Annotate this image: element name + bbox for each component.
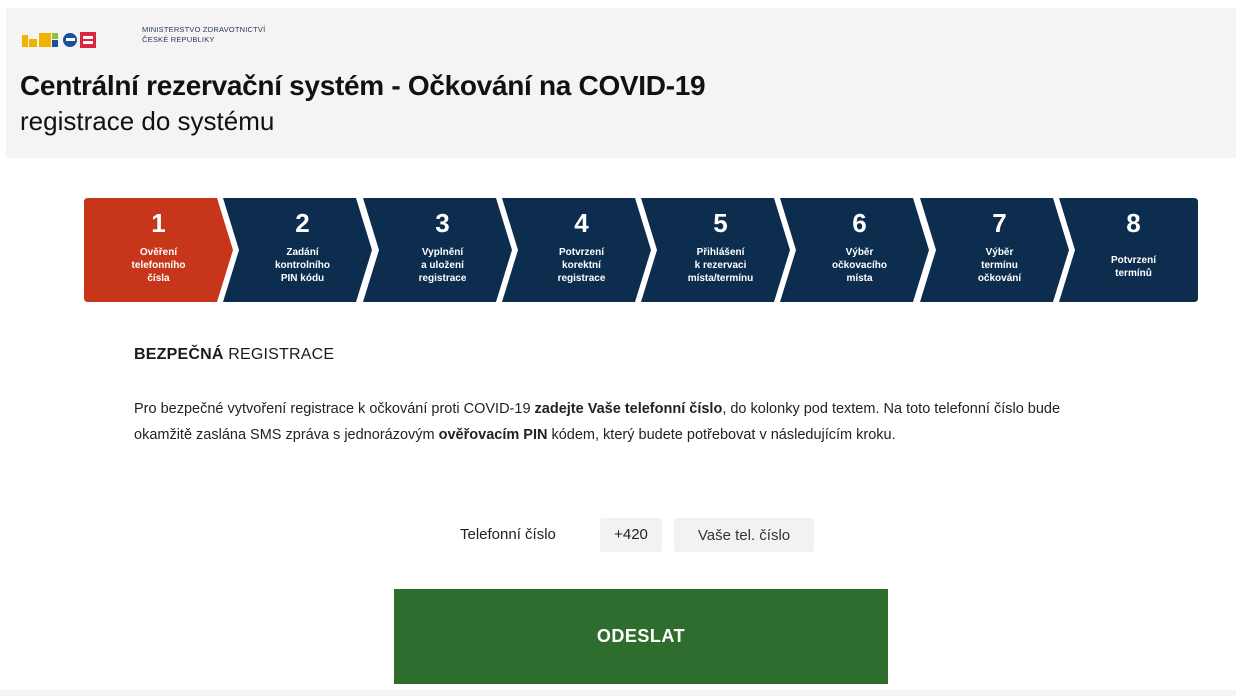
- step-number: 7: [992, 208, 1007, 238]
- step-label: Potvrzení termínů: [1110, 255, 1156, 279]
- section-title-bold: BEZPEČNÁ: [134, 346, 224, 363]
- step-number: 2: [295, 208, 310, 238]
- step-number: 4: [574, 208, 589, 238]
- step-label: Výběr očkovacího místa: [831, 247, 888, 284]
- step-2: 2 Zadání kontrolního PIN kódu: [223, 198, 372, 302]
- step-label: Vyplnění a uložení registrace: [418, 247, 467, 284]
- step-8: 8 Potvrzení termínů: [1059, 198, 1198, 302]
- step-3: 3 Vyplnění a uložení registrace: [363, 198, 512, 302]
- step-number: 1: [151, 208, 166, 238]
- description-bold-2: ověřovacím PIN: [438, 427, 548, 443]
- step-label: Zadání kontrolního PIN kódu: [275, 247, 330, 284]
- submit-button[interactable]: ODESLAT: [394, 589, 888, 684]
- step-label: Potvrzení korektní registrace: [557, 247, 606, 284]
- ministry-line-1: MINISTERSTVO ZDRAVOTNICTVÍ: [142, 25, 266, 34]
- step-label: Výběr termínu očkování: [977, 247, 1022, 284]
- step-label: Ověření telefonního čísla: [131, 247, 186, 284]
- ministry-name: MINISTERSTVO ZDRAVOTNICTVÍ ČESKÉ REPUBLI…: [142, 25, 265, 45]
- footer-bar: [0, 690, 1236, 696]
- step-label: Přihlášení k rezervaci místa/termínu: [687, 247, 754, 284]
- phone-label: Telefonní číslo: [460, 526, 556, 543]
- registration-description: Pro bezpečné vytvoření registrace k očko…: [134, 396, 1094, 448]
- section-title-rest: REGISTRACE: [223, 346, 335, 363]
- step-6: 6 Výběr očkovacího místa: [780, 198, 929, 302]
- page-subtitle: registrace do systému: [20, 106, 275, 136]
- registration-steps: 1 Ověření telefonního čísla 2 Zadání kontro…: [84, 198, 1198, 302]
- page-header: MINISTERSTVO ZDRAVOTNICTVÍ ČESKÉ REPUBLI…: [6, 8, 1236, 158]
- step-number: 5: [713, 208, 728, 238]
- description-part-3: kódem, který budete potřebovat v následu…: [547, 427, 896, 443]
- ministry-line-2: ČESKÉ REPUBLIKY: [142, 35, 215, 44]
- description-bold-1: zadejte Vaše telefonní číslo: [534, 401, 723, 417]
- step-7: 7 Výběr termínu očkování: [920, 198, 1069, 302]
- page-title: Centrální rezervační systém - Očkování n…: [20, 70, 706, 101]
- description-part-1: Pro bezpečné vytvoření registrace k očko…: [134, 401, 535, 417]
- mzcr-logo-icon: [22, 32, 96, 48]
- step-5: 5 Přihlášení k rezervaci místa/termínu: [641, 198, 790, 302]
- step-number: 8: [1126, 208, 1141, 238]
- step-number: 3: [435, 208, 450, 238]
- step-number: 6: [852, 208, 867, 238]
- step-1: 1 Ověření telefonního čísla: [84, 198, 233, 302]
- phone-prefix[interactable]: +420: [600, 518, 662, 552]
- step-4: 4 Potvrzení korektní registrace: [502, 198, 651, 302]
- section-title: BEZPEČNÁ REGISTRACE: [134, 346, 334, 364]
- phone-input[interactable]: [674, 518, 814, 552]
